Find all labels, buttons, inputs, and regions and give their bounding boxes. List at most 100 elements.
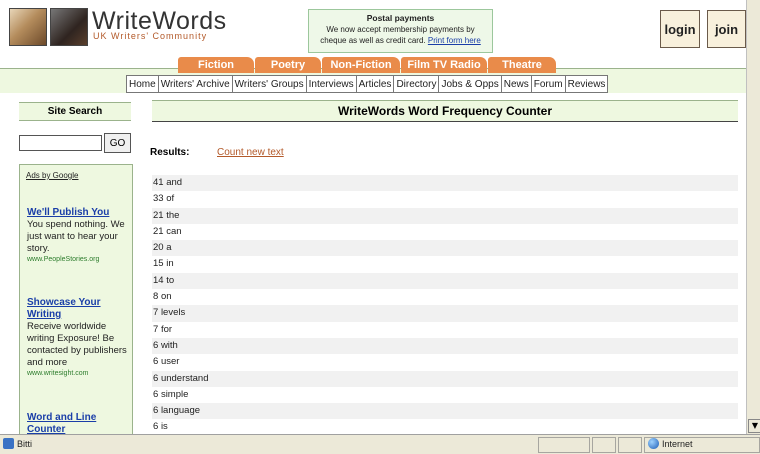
join-button[interactable]: join: [707, 10, 746, 48]
frequency-count: 7: [153, 323, 159, 335]
subnav-home[interactable]: Home: [126, 75, 159, 93]
frequency-word: simple: [160, 388, 189, 400]
status-cell: [592, 437, 616, 453]
tab-theatre[interactable]: Theatre: [488, 57, 556, 73]
subnav-interviews[interactable]: Interviews: [305, 75, 357, 93]
status-cell: [538, 437, 590, 453]
ad-body: Receive worldwide writing Exposure! Be c…: [27, 321, 127, 368]
frequency-count: 7: [153, 307, 159, 319]
frequency-count: 6: [153, 372, 159, 384]
tab-film-tv-radio[interactable]: Film TV Radio: [401, 57, 487, 73]
frequency-word: to: [166, 274, 175, 286]
frequency-count: 21: [153, 225, 164, 237]
postal-payments-notice: Postal payments We now accept membership…: [308, 9, 493, 53]
notice-line-1: We now accept membership payments by: [326, 25, 475, 34]
frequency-word: user: [160, 356, 180, 368]
frequency-list: 41 and 33 of 21 the 21 can 20 a 15 in 14 to 8 o…: [152, 175, 738, 434]
count-new-text-link[interactable]: Count new text: [217, 147, 284, 158]
frequency-count: 33: [153, 193, 164, 205]
frequency-word: the: [166, 209, 180, 221]
frequency-row: 21 the: [152, 207, 738, 224]
frequency-count: 6: [153, 339, 159, 351]
frequency-count: 21: [153, 209, 164, 221]
frequency-row: 6 understand: [152, 370, 738, 387]
frequency-count: 6: [153, 388, 159, 400]
browser-viewport: WriteWords UK Writers' Community Postal …: [0, 0, 746, 434]
login-button[interactable]: login: [660, 10, 700, 48]
ad-item: Word and Line Counter: [27, 412, 129, 434]
subnav-reviews[interactable]: Reviews: [564, 75, 609, 93]
frequency-word: understand: [160, 372, 209, 384]
results-label: Results:: [150, 147, 190, 158]
frequency-row: 7 for: [152, 322, 738, 338]
ad-title-link[interactable]: Word and Line Counter: [27, 412, 129, 434]
frequency-word: language: [160, 405, 201, 417]
google-ads-panel: Ads by Google We'll Publish You You spen…: [19, 164, 133, 434]
ad-url[interactable]: www.PeopleStories.org: [27, 255, 129, 265]
print-form-link[interactable]: Print form here: [428, 36, 481, 45]
tab-fiction[interactable]: Fiction: [178, 57, 254, 73]
subnav-jobs-opps[interactable]: Jobs & Opps: [438, 75, 502, 93]
frequency-word: and: [166, 177, 183, 188]
go-button[interactable]: GO: [104, 133, 131, 153]
vertical-scrollbar[interactable]: ▼: [746, 0, 760, 434]
frequency-row: 6 with: [152, 337, 738, 355]
frequency-count: 41: [153, 177, 164, 188]
frequency-count: 6: [153, 356, 159, 368]
arrow-down-icon[interactable]: ▼: [748, 419, 760, 433]
tab-non-fiction[interactable]: Non-Fiction: [322, 57, 400, 73]
books-icon[interactable]: [50, 8, 88, 46]
security-zone: Internet: [662, 439, 693, 449]
ads-by-google-link[interactable]: Ads by Google: [26, 171, 78, 180]
frequency-count: 15: [153, 258, 164, 270]
frequency-word: a: [166, 242, 172, 254]
status-bar: Bitti Internet: [0, 434, 760, 454]
frequency-row: 14 to: [152, 272, 738, 290]
subnav-directory[interactable]: Directory: [393, 75, 440, 93]
site-search-title: Site Search: [19, 102, 131, 121]
ad-url[interactable]: www.writesight.com: [27, 369, 129, 379]
frequency-row: 6 is: [152, 419, 738, 434]
notice-title: Postal payments: [366, 13, 435, 23]
sub-navigation: Home Writers' Archive Writers' Groups In…: [126, 75, 609, 93]
frequency-word: can: [166, 225, 182, 237]
ad-title-link[interactable]: We'll Publish You: [27, 207, 129, 219]
site-tagline: UK Writers' Community: [93, 31, 208, 41]
frequency-row: 15 in: [152, 256, 738, 272]
notice-line-2: cheque as well as credit card.: [320, 36, 426, 45]
ad-title-link[interactable]: Showcase Your Writing: [27, 297, 129, 321]
frequency-word: of: [166, 193, 175, 205]
frequency-count: 20: [153, 242, 164, 254]
frequency-row: 20 a: [152, 240, 738, 257]
frequency-count: 14: [153, 274, 164, 286]
frequency-row: 8 on: [152, 289, 738, 305]
globe-icon: [648, 438, 659, 449]
frequency-word: is: [160, 421, 168, 433]
ad-item: Showcase Your Writing Receive worldwide …: [27, 297, 129, 379]
frequency-count: 8: [153, 291, 159, 303]
frequency-row: 33 of: [152, 191, 738, 207]
tab-poetry[interactable]: Poetry: [255, 57, 321, 73]
ad-body: You spend nothing. We just want to hear …: [27, 219, 125, 254]
quill-writing-icon[interactable]: [9, 8, 47, 46]
status-cell: [618, 437, 642, 453]
frequency-word: levels: [160, 307, 186, 319]
frequency-row: 21 can: [152, 224, 738, 240]
search-input[interactable]: [19, 135, 102, 151]
frequency-word: on: [160, 291, 172, 303]
frequency-word: with: [160, 339, 178, 351]
subnav-news[interactable]: News: [500, 75, 532, 93]
subnav-writers-groups[interactable]: Writers' Groups: [231, 75, 307, 93]
frequency-row: 7 levels: [152, 305, 738, 322]
subnav-forum[interactable]: Forum: [530, 75, 566, 93]
frequency-word: in: [166, 258, 174, 270]
frequency-row: 6 simple: [152, 387, 738, 403]
frequency-count: 6: [153, 405, 159, 417]
ie-page-icon: [3, 438, 14, 449]
subnav-articles[interactable]: Articles: [355, 75, 395, 93]
frequency-row: 41 and: [152, 175, 738, 192]
category-tabs: Fiction Poetry Non-Fiction Film TV Radio…: [178, 57, 557, 73]
frequency-row: 6 user: [152, 354, 738, 370]
ad-item: We'll Publish You You spend nothing. We …: [27, 207, 129, 265]
subnav-writers-archive[interactable]: Writers' Archive: [157, 75, 233, 93]
